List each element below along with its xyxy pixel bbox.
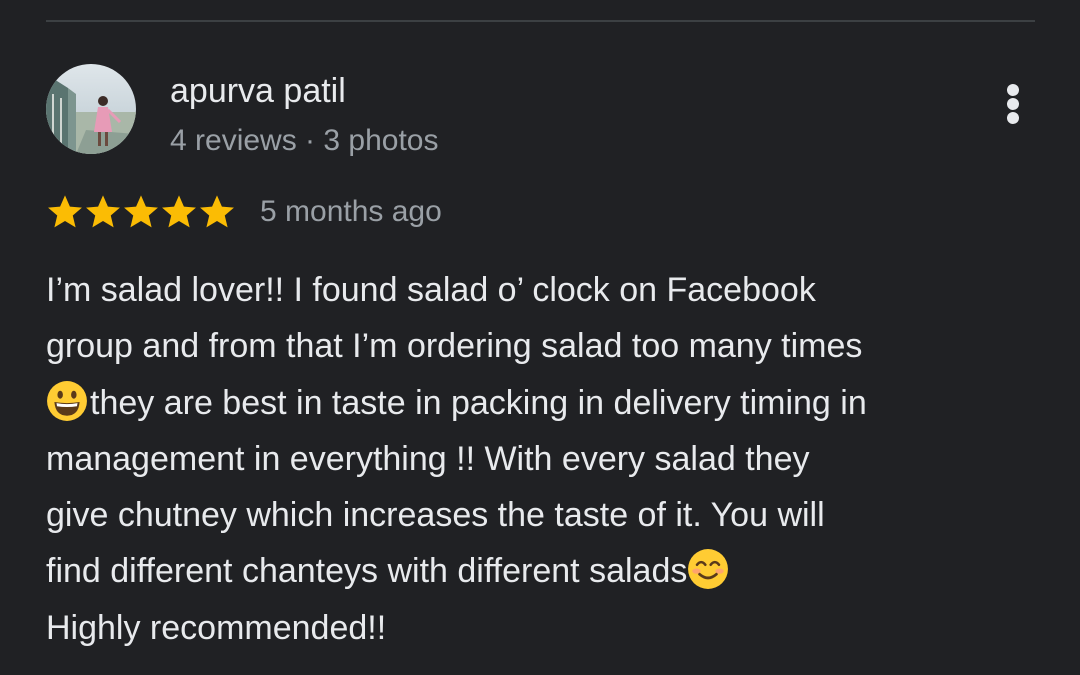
grinning-face-emoji [47,380,87,421]
more-dot [1007,112,1019,124]
avatar[interactable] [46,64,136,154]
star-icon [48,195,82,228]
avatar-photo [46,64,136,154]
review-line: group and from that I’m ordering salad t… [46,327,863,366]
smiling-face-with-smiling-eyes-emoji [688,549,729,590]
review-time: 5 months ago [260,195,442,228]
rating-row: 5 months ago [46,188,442,236]
review-line: Highly recommended!! [46,608,387,647]
review-line-with-emoji: they are best in taste in packing in del… [46,375,1046,431]
review-line: management in everything !! With every s… [46,439,810,478]
more-dot [1007,84,1019,96]
star-icon [86,195,120,228]
review-line-with-emoji: find different chanteys with different s… [46,543,1046,599]
reviewer-meta: 4 reviews · 3 photos [170,124,439,157]
star-icon [200,195,234,228]
star-rating [46,193,236,231]
review-line: find different chanteys with different s… [46,552,688,591]
more-dot [1007,98,1019,110]
review-text: I’m salad lover!! I found salad o’ clock… [46,262,1046,656]
star-icon [162,195,196,228]
star-icon [124,195,158,228]
more-options-button[interactable] [996,80,1030,128]
reviewer-name[interactable]: apurva patil [170,72,346,111]
review-line: they are best in taste in packing in del… [90,383,867,422]
review-line: I’m salad lover!! I found salad o’ clock… [46,271,816,309]
review-line: give chutney which increases the taste o… [46,496,825,535]
top-divider [46,20,1035,22]
